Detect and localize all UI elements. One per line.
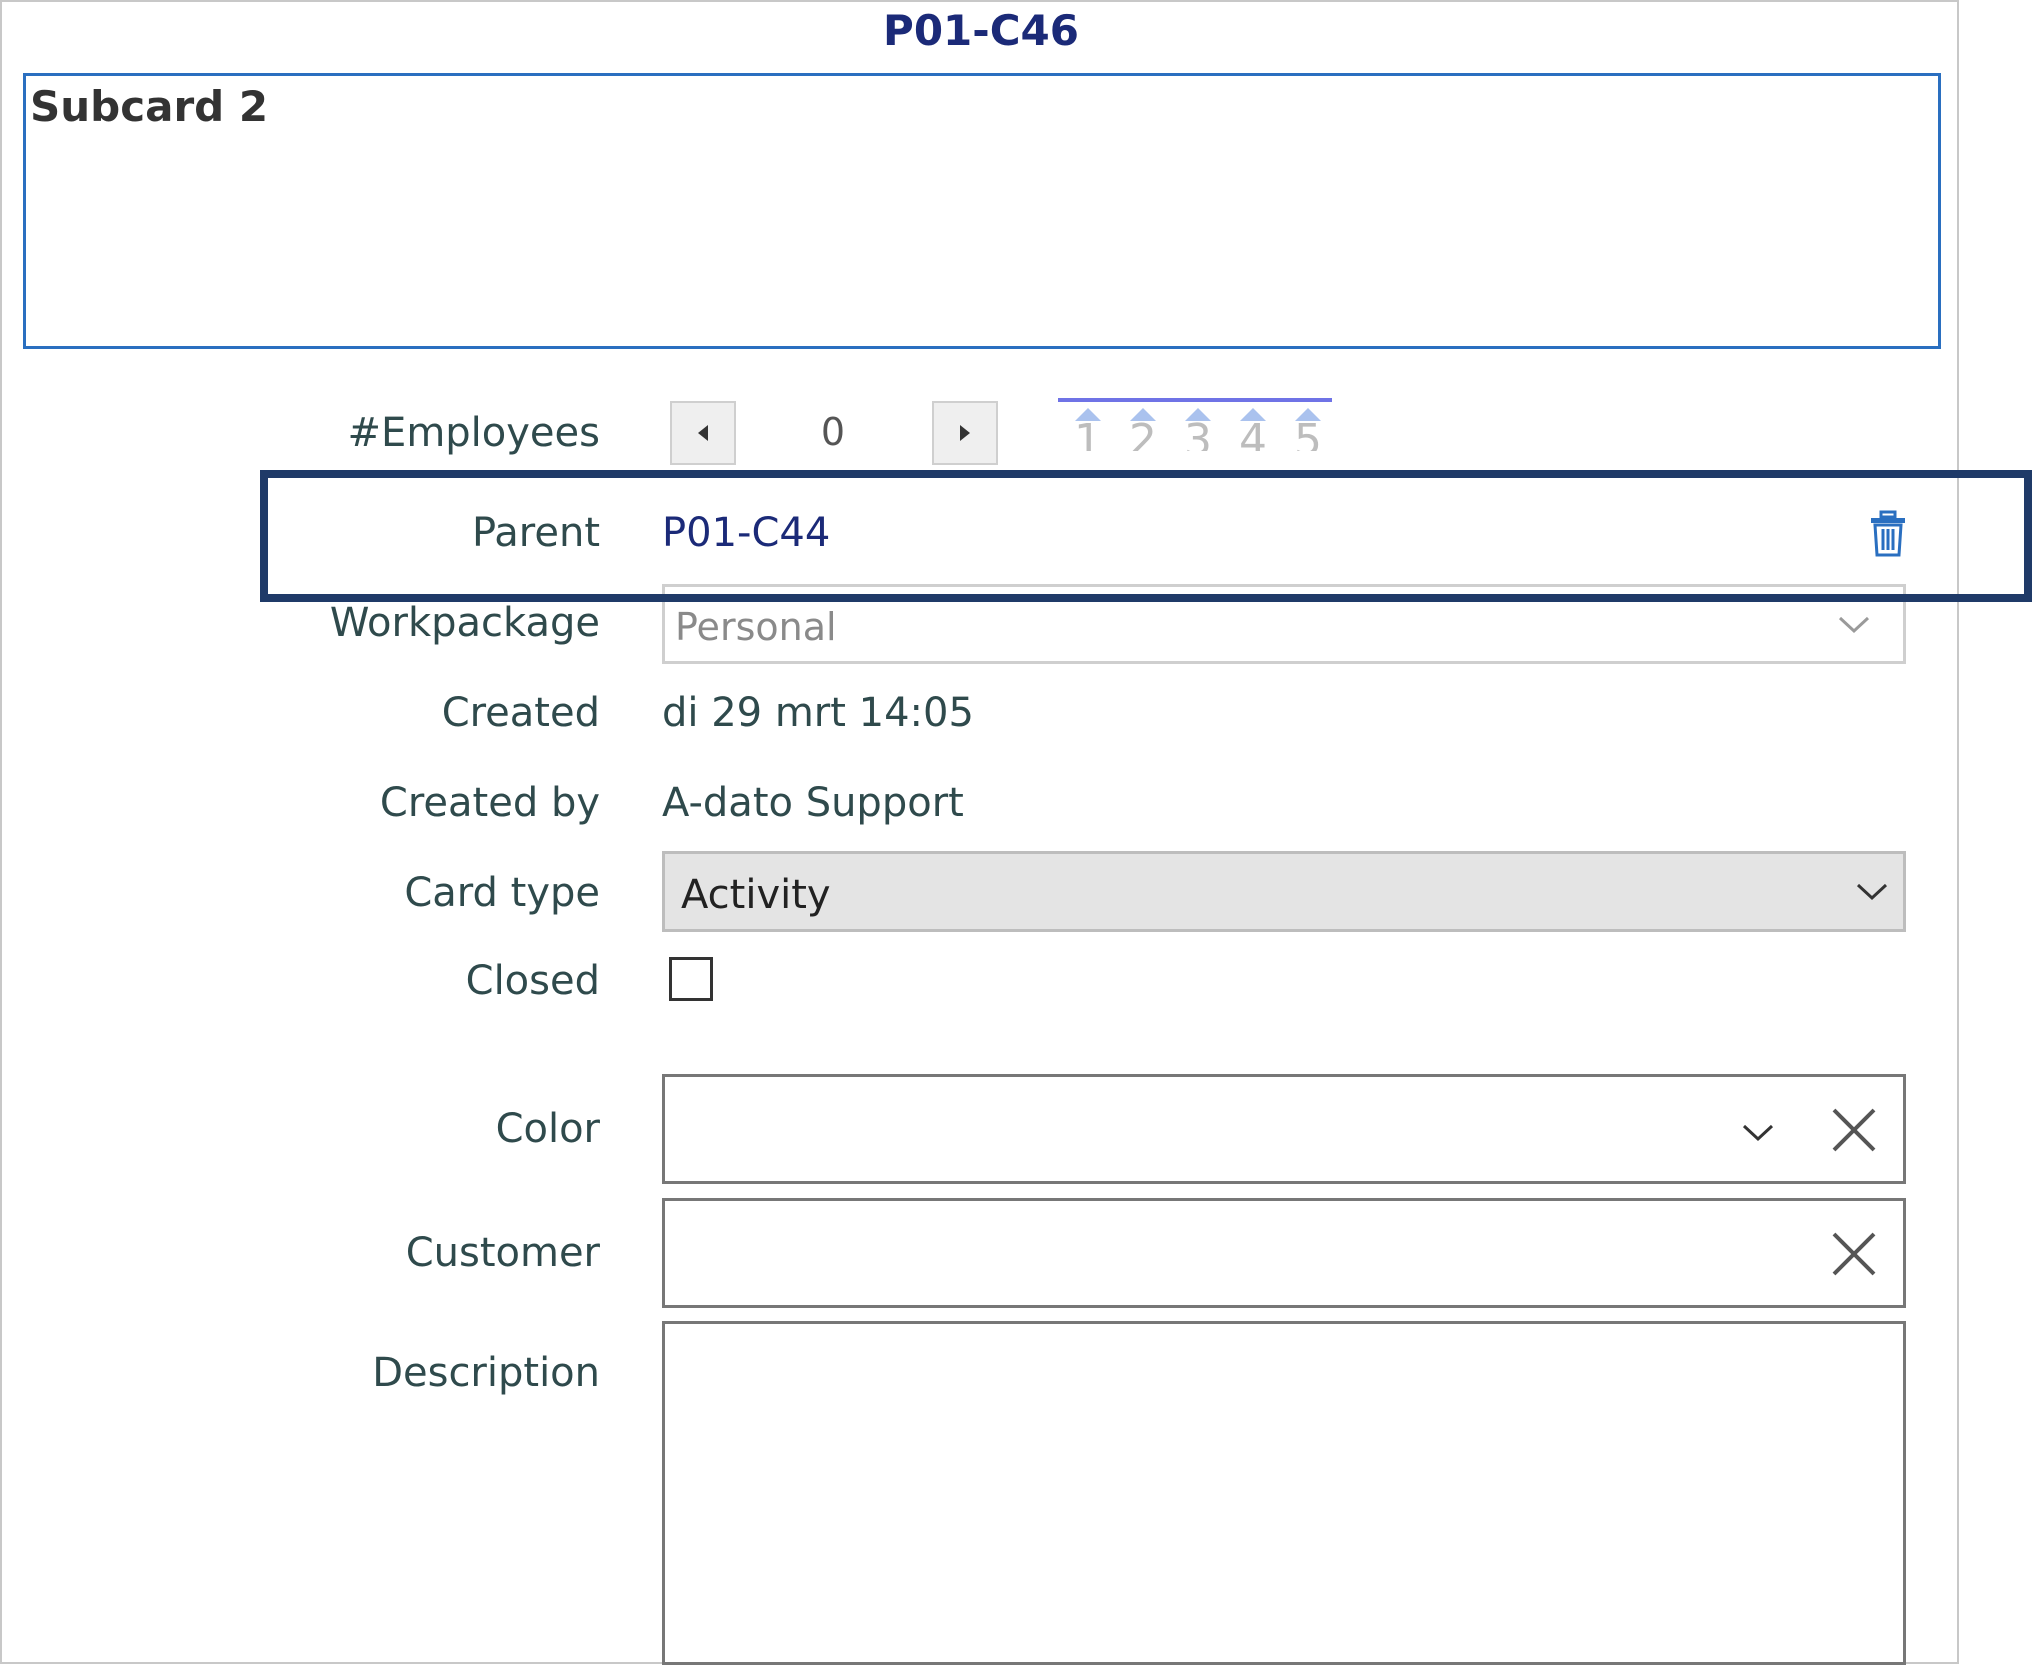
workpackage-select[interactable]: Personal: [662, 584, 1906, 664]
created-by-label: Created by: [379, 780, 600, 826]
scale-tick-label: 2: [1129, 421, 1157, 451]
closed-label: Closed: [465, 958, 600, 1004]
customer-field[interactable]: [662, 1198, 1906, 1308]
trash-icon: [1871, 510, 1905, 557]
clear-color-icon[interactable]: [1831, 1107, 1877, 1153]
employees-decrement-button[interactable]: [670, 401, 736, 465]
clear-customer-icon[interactable]: [1831, 1231, 1877, 1277]
employees-value[interactable]: 0: [740, 410, 926, 454]
employees-scale-tick[interactable]: 4: [1227, 404, 1279, 451]
chevron-down-icon: [1838, 616, 1870, 634]
scale-tick-label: 5: [1294, 421, 1322, 451]
scale-marker-icon: [1075, 408, 1101, 421]
created-label: Created: [441, 690, 600, 736]
scale-marker-icon: [1185, 408, 1211, 421]
customer-label: Customer: [405, 1230, 600, 1276]
caret-right-icon: [960, 425, 970, 441]
scale-marker-icon: [1130, 408, 1156, 421]
employees-scale-tick[interactable]: 2: [1117, 404, 1169, 451]
employees-scale-tick[interactable]: 5: [1282, 404, 1334, 451]
employees-label: #Employees: [347, 410, 600, 456]
remove-parent-button[interactable]: [1868, 510, 1908, 558]
scale-marker-icon: [1295, 408, 1321, 421]
card-title-editor[interactable]: Subcard 2: [23, 73, 1941, 349]
chevron-down-icon: [1856, 883, 1888, 901]
parent-card-link[interactable]: P01-C44: [662, 510, 830, 556]
color-select[interactable]: [662, 1074, 1906, 1184]
color-label: Color: [495, 1106, 600, 1152]
workpackage-label: Workpackage: [329, 600, 600, 646]
scale-marker-icon: [1240, 408, 1266, 421]
created-by-value: A-dato Support: [662, 780, 964, 826]
card-id-heading: P01-C46: [883, 6, 1079, 55]
chevron-down-icon[interactable]: [1741, 1123, 1775, 1143]
employees-scale-tick[interactable]: 1: [1062, 404, 1114, 451]
description-label: Description: [372, 1350, 600, 1396]
scale-tick-label: 4: [1239, 421, 1267, 451]
card-detail-screen: P01-C46 Subcard 2 #Employees 0 1 2 3 4 5…: [0, 0, 2036, 1668]
description-textarea[interactable]: [662, 1321, 1906, 1665]
card-type-value: Activity: [681, 872, 831, 918]
card-type-label: Card type: [404, 870, 600, 916]
parent-label: Parent: [471, 510, 600, 556]
caret-left-icon: [698, 425, 708, 441]
workpackage-value: Personal: [675, 605, 837, 649]
created-value: di 29 mrt 14:05: [662, 690, 974, 736]
employees-scale-tick[interactable]: 3: [1172, 404, 1224, 451]
employees-increment-button[interactable]: [932, 401, 998, 465]
closed-checkbox[interactable]: [669, 957, 713, 1001]
scale-tick-label: 3: [1184, 421, 1212, 451]
card-title-text[interactable]: Subcard 2: [30, 82, 268, 131]
employees-scale-line: [1058, 398, 1332, 402]
card-type-select[interactable]: Activity: [662, 851, 1906, 932]
scale-tick-label: 1: [1074, 421, 1102, 451]
